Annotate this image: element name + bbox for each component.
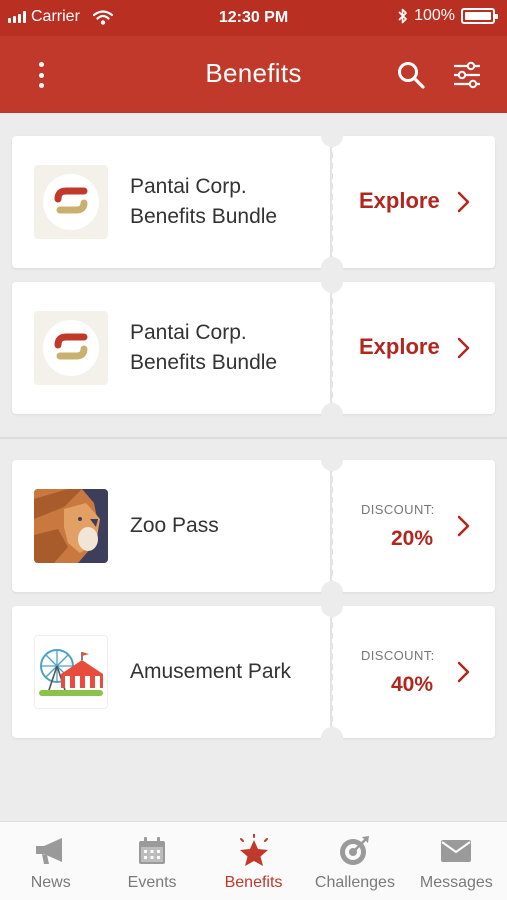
- tab-label: Events: [127, 874, 177, 891]
- tab-label: News: [30, 874, 71, 891]
- ferris-wheel-icon: [34, 635, 108, 709]
- star-icon: [239, 834, 268, 866]
- benefit-card[interactable]: Zoo Pass DISCOUNT: 20%: [12, 449, 495, 603]
- calendar-icon: [139, 837, 166, 864]
- discount-label: DISCOUNT:: [361, 502, 435, 517]
- page-title: Benefits: [205, 58, 302, 88]
- battery-icon: [461, 8, 498, 24]
- explore-button[interactable]: Explore: [359, 334, 440, 360]
- battery-percent: 100%: [414, 7, 455, 24]
- tab-events[interactable]: Events: [101, 822, 202, 900]
- envelope-icon: [441, 840, 472, 862]
- tab-benefits[interactable]: Benefits: [203, 822, 304, 900]
- benefit-card[interactable]: Amusement Park DISCOUNT: 40%: [12, 595, 495, 749]
- chevron-right-icon[interactable]: [456, 190, 472, 214]
- pantai-logo-icon: [34, 311, 108, 385]
- lion-icon: [34, 489, 108, 563]
- discount-value: 20%: [390, 527, 433, 550]
- benefit-name: Pantai Corp. Benefits Bundle: [130, 321, 278, 374]
- tab-label: Messages: [419, 874, 493, 891]
- bluetooth-icon: [398, 8, 407, 24]
- target-icon: [339, 836, 369, 865]
- section-divider: [0, 437, 507, 439]
- benefit-card[interactable]: Pantai Corp. Benefits Bundle Explore: [12, 125, 495, 279]
- status-bar: Carrier 12:30 PM 100%: [0, 0, 507, 36]
- benefit-name: Pantai Corp. Benefits Bundle: [130, 175, 278, 228]
- chevron-right-icon[interactable]: [456, 660, 472, 684]
- tab-challenges[interactable]: Challenges: [304, 822, 405, 900]
- benefit-card[interactable]: Pantai Corp. Benefits Bundle Explore: [12, 271, 495, 425]
- chevron-right-icon[interactable]: [456, 514, 472, 538]
- benefit-name: Amusement Park: [130, 660, 292, 683]
- pantai-logo-icon: [34, 165, 108, 239]
- benefit-name: Zoo Pass: [130, 514, 219, 537]
- tab-label: Benefits: [224, 874, 283, 891]
- chevron-right-icon[interactable]: [456, 336, 472, 360]
- tab-news[interactable]: News: [0, 822, 101, 900]
- tab-label: Challenges: [314, 874, 395, 891]
- discount-label: DISCOUNT:: [361, 648, 435, 663]
- tab-messages[interactable]: Messages: [406, 822, 507, 900]
- search-icon[interactable]: [396, 60, 426, 90]
- bottom-tab-bar: News Events Benefits Challenges Messages: [0, 821, 507, 900]
- megaphone-icon: [35, 838, 62, 864]
- filter-icon[interactable]: [452, 60, 482, 90]
- discount-value: 40%: [390, 673, 433, 696]
- app-bar: Benefits: [0, 36, 507, 113]
- explore-button[interactable]: Explore: [359, 188, 440, 214]
